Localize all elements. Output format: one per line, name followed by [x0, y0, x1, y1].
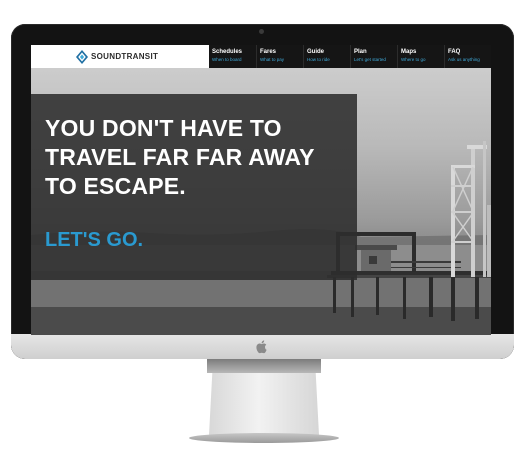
hero-headline-line: TRAVEL FAR FAR AWAY [45, 144, 315, 170]
nav-item-guide[interactable]: Guide How to ride [303, 45, 350, 68]
main-nav: Schedules When to board Fares What to pa… [209, 45, 491, 68]
brand-logo[interactable]: SOUNDTRANSIT [76, 48, 158, 65]
nav-subtitle: How to ride [307, 57, 330, 62]
nav-title: Schedules [212, 49, 243, 55]
diamond-logo-icon [76, 49, 88, 64]
nav-title: Plan [354, 49, 367, 55]
nav-title: Maps [401, 49, 417, 55]
nav-item-faq[interactable]: FAQ Ask us anything [444, 45, 491, 68]
nav-subtitle: What to pay [260, 57, 285, 62]
hero-headline-line: TO ESCAPE. [45, 173, 186, 199]
hero-headline: YOU DON'T HAVE TO TRAVEL FAR FAR AWAY TO… [45, 114, 350, 201]
nav-title: Fares [260, 49, 277, 55]
nav-item-schedules[interactable]: Schedules When to board [209, 45, 256, 68]
nav-title: Guide [307, 49, 325, 55]
nav-subtitle: When to board [212, 57, 242, 62]
lets-go-link[interactable]: LET'S GO. [45, 228, 143, 252]
nav-item-plan[interactable]: Plan Let's get started [350, 45, 397, 68]
monitor-stand [189, 359, 339, 443]
apple-logo-icon [256, 340, 267, 354]
nav-item-maps[interactable]: Maps Where to go [397, 45, 444, 68]
nav-title: FAQ [448, 49, 461, 55]
stand-hinge [207, 359, 321, 373]
stand-foot [189, 433, 339, 443]
brand-name: SOUNDTRANSIT [91, 52, 159, 61]
nav-subtitle: Let's get started [354, 57, 386, 62]
monitor-chin [11, 334, 514, 359]
screen: SOUNDTRANSIT Schedules When to board Far… [31, 45, 491, 335]
webcam [259, 29, 264, 34]
nav-subtitle: Where to go [401, 57, 426, 62]
nav-subtitle: Ask us anything [448, 57, 480, 62]
hero-panel: YOU DON'T HAVE TO TRAVEL FAR FAR AWAY TO… [31, 94, 357, 280]
stand-neck [209, 373, 319, 435]
site-header: SOUNDTRANSIT Schedules When to board Far… [31, 45, 491, 68]
nav-item-fares[interactable]: Fares What to pay [256, 45, 303, 68]
hero-headline-line: YOU DON'T HAVE TO [45, 115, 282, 141]
